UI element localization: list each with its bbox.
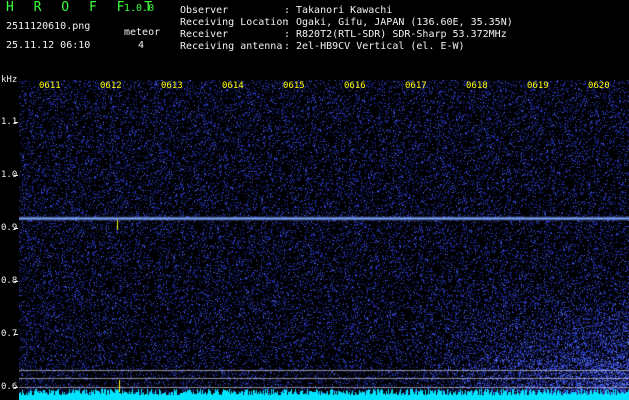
y-tick-mark	[14, 387, 18, 388]
app-version: 1.0.0	[124, 3, 155, 14]
x-tick-label: 0620	[588, 81, 610, 91]
x-tick-label: 0619	[527, 81, 549, 91]
antenna-sep: :	[284, 41, 291, 52]
hrofft-window: H R O F F T 1.0.0 2511120610.png 25.11.1…	[0, 0, 629, 400]
location-label: Receiving Location	[180, 17, 289, 28]
observer-sep: :	[284, 5, 291, 16]
x-tick-label: 0618	[466, 81, 488, 91]
antenna-label: Receiving antenna	[180, 41, 283, 52]
x-tick-label: 0615	[283, 81, 305, 91]
location-value: Ogaki, Gifu, JAPAN (136.60E, 35.35N)	[296, 17, 513, 28]
antenna-value: 2el-HB9CV Vertical (el. E-W)	[296, 41, 465, 52]
meteor-label: meteor	[124, 27, 161, 38]
file-name: 2511120610.png	[6, 21, 91, 32]
spectrogram-plot	[19, 80, 629, 400]
receiver-value: R820T2(RTL-SDR) SDR-Sharp 53.372MHz	[296, 29, 507, 40]
x-tick-label: 0612	[100, 81, 122, 91]
x-tick-label: 0616	[344, 81, 366, 91]
x-tick-label: 0614	[222, 81, 244, 91]
meteor-count: 4	[138, 40, 145, 51]
y-tick-mark	[14, 175, 18, 176]
y-axis-label: kHz	[1, 75, 18, 85]
y-tick-mark	[14, 122, 18, 123]
observer-value: Takanori Kawachi	[296, 5, 393, 16]
y-tick-mark	[14, 228, 18, 229]
observer-label: Observer	[180, 5, 229, 16]
location-sep: :	[284, 17, 291, 28]
x-tick-label: 0613	[161, 81, 183, 91]
y-tick-mark	[14, 281, 18, 282]
y-tick-mark	[14, 334, 18, 335]
x-tick-label: 0611	[39, 81, 61, 91]
timestamp: 25.11.12 06:10	[6, 40, 91, 51]
receiver-sep: :	[284, 29, 291, 40]
receiver-label: Receiver	[180, 29, 229, 40]
x-tick-label: 0617	[405, 81, 427, 91]
